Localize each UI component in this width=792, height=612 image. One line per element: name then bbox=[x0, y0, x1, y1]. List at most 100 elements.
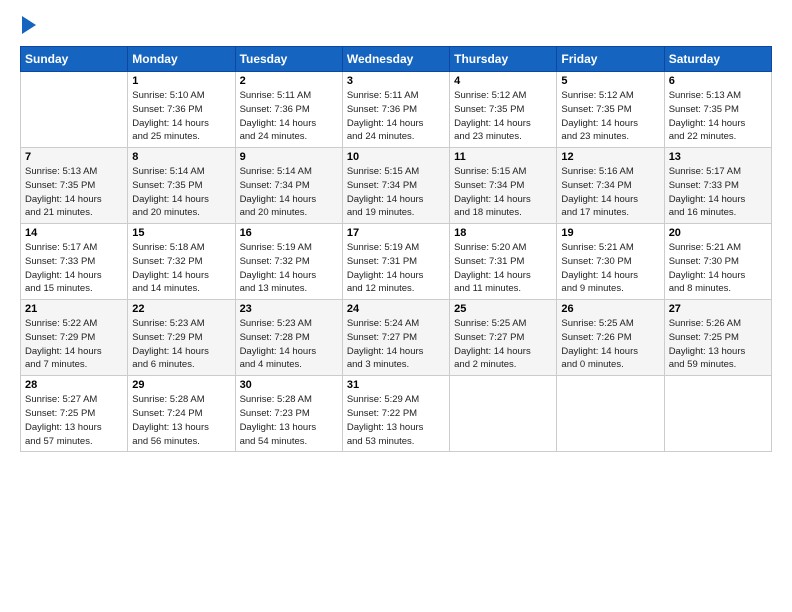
day-cell: 12 Sunrise: 5:16 AMSunset: 7:34 PMDayligh… bbox=[557, 148, 664, 224]
week-row-1: 1 Sunrise: 5:10 AMSunset: 7:36 PMDaylight… bbox=[21, 72, 772, 148]
col-header-thursday: Thursday bbox=[450, 47, 557, 72]
day-info: Sunrise: 5:17 AMSunset: 7:33 PMDaylight:… bbox=[669, 165, 767, 220]
day-info: Sunrise: 5:15 AMSunset: 7:34 PMDaylight:… bbox=[454, 165, 552, 220]
day-info: Sunrise: 5:13 AMSunset: 7:35 PMDaylight:… bbox=[669, 89, 767, 144]
day-cell bbox=[557, 376, 664, 452]
day-cell: 11 Sunrise: 5:15 AMSunset: 7:34 PMDayligh… bbox=[450, 148, 557, 224]
week-row-5: 28Sunrise: 5:27 AMSunset: 7:25 PMDayligh… bbox=[21, 376, 772, 452]
col-header-monday: Monday bbox=[128, 47, 235, 72]
day-cell: 8 Sunrise: 5:14 AMSunset: 7:35 PMDaylight… bbox=[128, 148, 235, 224]
day-number: 29 bbox=[132, 379, 230, 391]
day-cell bbox=[664, 376, 771, 452]
day-number: 24 bbox=[347, 303, 445, 315]
day-number: 14 bbox=[25, 227, 123, 239]
day-info: Sunrise: 5:20 AMSunset: 7:31 PMDaylight:… bbox=[454, 241, 552, 296]
logo-arrow-icon bbox=[22, 16, 36, 34]
day-cell: 23Sunrise: 5:23 AMSunset: 7:28 PMDayligh… bbox=[235, 300, 342, 376]
day-info: Sunrise: 5:21 AMSunset: 7:30 PMDaylight:… bbox=[669, 241, 767, 296]
day-cell: 3 Sunrise: 5:11 AMSunset: 7:36 PMDaylight… bbox=[342, 72, 449, 148]
week-row-2: 7 Sunrise: 5:13 AMSunset: 7:35 PMDaylight… bbox=[21, 148, 772, 224]
day-info: Sunrise: 5:18 AMSunset: 7:32 PMDaylight:… bbox=[132, 241, 230, 296]
day-cell: 24 Sunrise: 5:24 AMSunset: 7:27 PMDayligh… bbox=[342, 300, 449, 376]
day-number: 2 bbox=[240, 75, 338, 87]
day-number: 7 bbox=[25, 151, 123, 163]
day-number: 20 bbox=[669, 227, 767, 239]
day-cell: 27 Sunrise: 5:26 AMSunset: 7:25 PMDayligh… bbox=[664, 300, 771, 376]
day-cell: 30Sunrise: 5:28 AMSunset: 7:23 PMDayligh… bbox=[235, 376, 342, 452]
day-info: Sunrise: 5:24 AMSunset: 7:27 PMDaylight:… bbox=[347, 317, 445, 372]
day-info: Sunrise: 5:11 AMSunset: 7:36 PMDaylight:… bbox=[347, 89, 445, 144]
day-cell: 22Sunrise: 5:23 AMSunset: 7:29 PMDayligh… bbox=[128, 300, 235, 376]
day-info: Sunrise: 5:26 AMSunset: 7:25 PMDaylight:… bbox=[669, 317, 767, 372]
day-number: 10 bbox=[347, 151, 445, 163]
day-number: 31 bbox=[347, 379, 445, 391]
day-info: Sunrise: 5:29 AMSunset: 7:22 PMDaylight:… bbox=[347, 393, 445, 448]
day-cell: 4Sunrise: 5:12 AMSunset: 7:35 PMDaylight… bbox=[450, 72, 557, 148]
day-cell: 29 Sunrise: 5:28 AMSunset: 7:24 PMDayligh… bbox=[128, 376, 235, 452]
day-cell: 9 Sunrise: 5:14 AMSunset: 7:34 PMDaylight… bbox=[235, 148, 342, 224]
day-cell bbox=[450, 376, 557, 452]
col-header-wednesday: Wednesday bbox=[342, 47, 449, 72]
day-info: Sunrise: 5:25 AMSunset: 7:26 PMDaylight:… bbox=[561, 317, 659, 372]
day-number: 9 bbox=[240, 151, 338, 163]
logo bbox=[20, 16, 36, 36]
day-cell: 14 Sunrise: 5:17 AMSunset: 7:33 PMDayligh… bbox=[21, 224, 128, 300]
day-info: Sunrise: 5:23 AMSunset: 7:29 PMDaylight:… bbox=[132, 317, 230, 372]
col-header-friday: Friday bbox=[557, 47, 664, 72]
day-number: 15 bbox=[132, 227, 230, 239]
day-info: Sunrise: 5:19 AMSunset: 7:31 PMDaylight:… bbox=[347, 241, 445, 296]
day-number: 6 bbox=[669, 75, 767, 87]
day-number: 4 bbox=[454, 75, 552, 87]
day-info: Sunrise: 5:14 AMSunset: 7:35 PMDaylight:… bbox=[132, 165, 230, 220]
col-header-tuesday: Tuesday bbox=[235, 47, 342, 72]
day-number: 12 bbox=[561, 151, 659, 163]
day-info: Sunrise: 5:28 AMSunset: 7:23 PMDaylight:… bbox=[240, 393, 338, 448]
day-info: Sunrise: 5:10 AMSunset: 7:36 PMDaylight:… bbox=[132, 89, 230, 144]
day-info: Sunrise: 5:17 AMSunset: 7:33 PMDaylight:… bbox=[25, 241, 123, 296]
day-info: Sunrise: 5:16 AMSunset: 7:34 PMDaylight:… bbox=[561, 165, 659, 220]
day-cell: 5Sunrise: 5:12 AMSunset: 7:35 PMDaylight… bbox=[557, 72, 664, 148]
day-number: 25 bbox=[454, 303, 552, 315]
day-info: Sunrise: 5:21 AMSunset: 7:30 PMDaylight:… bbox=[561, 241, 659, 296]
day-number: 16 bbox=[240, 227, 338, 239]
col-header-saturday: Saturday bbox=[664, 47, 771, 72]
day-number: 27 bbox=[669, 303, 767, 315]
day-info: Sunrise: 5:15 AMSunset: 7:34 PMDaylight:… bbox=[347, 165, 445, 220]
day-number: 1 bbox=[132, 75, 230, 87]
day-number: 5 bbox=[561, 75, 659, 87]
day-cell: 16 Sunrise: 5:19 AMSunset: 7:32 PMDayligh… bbox=[235, 224, 342, 300]
day-number: 11 bbox=[454, 151, 552, 163]
day-number: 8 bbox=[132, 151, 230, 163]
day-number: 19 bbox=[561, 227, 659, 239]
day-cell: 21Sunrise: 5:22 AMSunset: 7:29 PMDayligh… bbox=[21, 300, 128, 376]
day-cell bbox=[21, 72, 128, 148]
day-cell: 7 Sunrise: 5:13 AMSunset: 7:35 PMDaylight… bbox=[21, 148, 128, 224]
day-number: 17 bbox=[347, 227, 445, 239]
day-number: 3 bbox=[347, 75, 445, 87]
day-cell: 20 Sunrise: 5:21 AMSunset: 7:30 PMDayligh… bbox=[664, 224, 771, 300]
day-info: Sunrise: 5:27 AMSunset: 7:25 PMDaylight:… bbox=[25, 393, 123, 448]
calendar-header-row: SundayMondayTuesdayWednesdayThursdayFrid… bbox=[21, 47, 772, 72]
day-info: Sunrise: 5:28 AMSunset: 7:24 PMDaylight:… bbox=[132, 393, 230, 448]
day-info: Sunrise: 5:22 AMSunset: 7:29 PMDaylight:… bbox=[25, 317, 123, 372]
day-info: Sunrise: 5:19 AMSunset: 7:32 PMDaylight:… bbox=[240, 241, 338, 296]
week-row-3: 14 Sunrise: 5:17 AMSunset: 7:33 PMDayligh… bbox=[21, 224, 772, 300]
day-cell: 31 Sunrise: 5:29 AMSunset: 7:22 PMDayligh… bbox=[342, 376, 449, 452]
day-cell: 19 Sunrise: 5:21 AMSunset: 7:30 PMDayligh… bbox=[557, 224, 664, 300]
day-cell: 26 Sunrise: 5:25 AMSunset: 7:26 PMDayligh… bbox=[557, 300, 664, 376]
day-cell: 1 Sunrise: 5:10 AMSunset: 7:36 PMDaylight… bbox=[128, 72, 235, 148]
day-info: Sunrise: 5:25 AMSunset: 7:27 PMDaylight:… bbox=[454, 317, 552, 372]
calendar-page: SundayMondayTuesdayWednesdayThursdayFrid… bbox=[0, 0, 792, 464]
day-cell: 25 Sunrise: 5:25 AMSunset: 7:27 PMDayligh… bbox=[450, 300, 557, 376]
day-info: Sunrise: 5:14 AMSunset: 7:34 PMDaylight:… bbox=[240, 165, 338, 220]
page-header bbox=[20, 16, 772, 36]
day-info: Sunrise: 5:13 AMSunset: 7:35 PMDaylight:… bbox=[25, 165, 123, 220]
day-cell: 10 Sunrise: 5:15 AMSunset: 7:34 PMDayligh… bbox=[342, 148, 449, 224]
day-cell: 28Sunrise: 5:27 AMSunset: 7:25 PMDayligh… bbox=[21, 376, 128, 452]
day-info: Sunrise: 5:23 AMSunset: 7:28 PMDaylight:… bbox=[240, 317, 338, 372]
day-cell: 18Sunrise: 5:20 AMSunset: 7:31 PMDayligh… bbox=[450, 224, 557, 300]
day-number: 26 bbox=[561, 303, 659, 315]
week-row-4: 21Sunrise: 5:22 AMSunset: 7:29 PMDayligh… bbox=[21, 300, 772, 376]
day-cell: 2Sunrise: 5:11 AMSunset: 7:36 PMDaylight… bbox=[235, 72, 342, 148]
day-cell: 13Sunrise: 5:17 AMSunset: 7:33 PMDayligh… bbox=[664, 148, 771, 224]
